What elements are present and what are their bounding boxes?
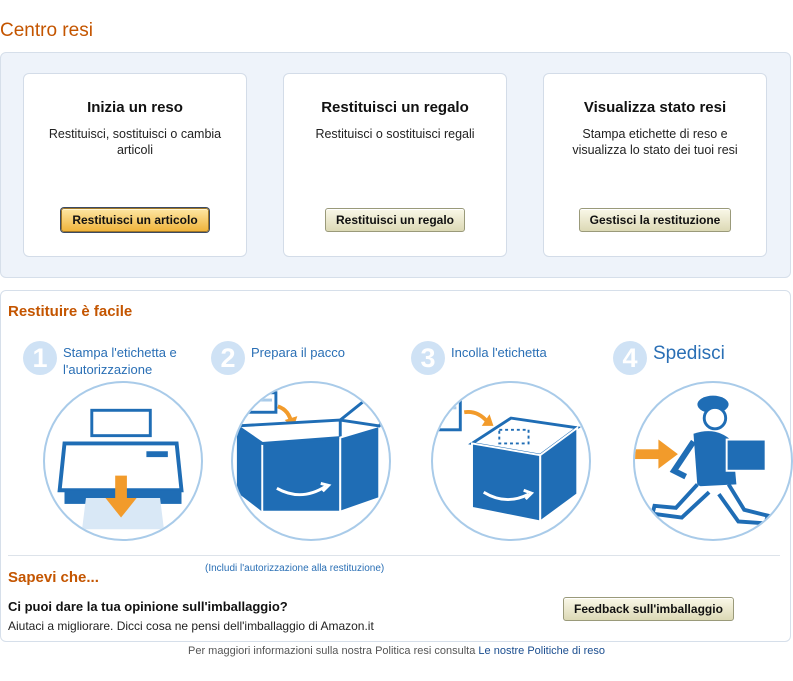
returns-options-panel: Inizia un reso Restituisci, sostituisci … [0,52,791,278]
page-title: Centro resi [0,20,93,41]
packaging-question: Ci puoi dare la tua opinione sull'imball… [8,599,288,614]
card-title: Visualizza stato resi [583,99,727,116]
step-number: 4 [613,341,647,375]
did-you-know-title: Sapevi che... [8,569,99,586]
step-number: 3 [411,341,445,375]
step-label: Spedisci [653,343,725,364]
step-number: 2 [211,341,245,375]
step-number: 1 [23,341,57,375]
step-prepare-package: 2 Prepara il pacco (Includi l'autorizzaz… [205,341,401,574]
packaging-description: Aiutaci a migliorare. Dicci cosa ne pens… [8,619,374,633]
step-label: Incolla l'etichetta [451,345,547,360]
card-description: Stampa etichette di reso e visualizza lo… [572,127,738,157]
view-returns-card: Visualizza stato resi Stampa etichette d… [543,73,767,257]
card-title: Restituisci un regalo [321,99,469,116]
card-description: Restituisci, sostituisci o cambia artico… [48,127,222,157]
easy-returns-panel: Restituire è facile 1 Stampa l'etichetta… [0,290,793,642]
step-ship: 4 Spedisci [613,341,793,541]
step-note: (Includi l'autorizzazione alla restituzi… [205,563,385,574]
step-label: Prepara il pacco [251,345,345,360]
courier-icon [633,381,793,541]
card-description: Restituisci o sostituisci regali [315,127,475,141]
printer-icon [43,381,203,541]
divider [8,555,780,556]
card-title: Inizia un reso [87,99,183,116]
return-gift-card: Restituisci un regalo Restituisci o sost… [283,73,507,257]
footer: Per maggiori informazioni sulla nostra P… [0,645,793,657]
return-item-button[interactable]: Restituisci un articolo [61,208,209,232]
section-title: Restituire è facile [8,303,133,320]
footer-text: Per maggiori informazioni sulla nostra P… [188,645,476,657]
return-gift-button[interactable]: Restituisci un regalo [324,208,466,232]
return-policy-link[interactable]: Le nostre Politiche di reso [478,645,605,657]
step-label: Stampa l'etichetta e l'autorizzazione [63,345,177,377]
closed-box-icon [431,381,591,541]
step-print-label: 1 Stampa l'etichetta e l'autorizzazione [23,341,213,541]
start-return-card: Inizia un reso Restituisci, sostituisci … [23,73,247,257]
step-attach-label: 3 Incolla l'etichetta [411,341,601,541]
manage-return-button[interactable]: Gestisci la restituzione [578,208,732,232]
open-box-icon [231,381,391,541]
packaging-feedback-button[interactable]: Feedback sull'imballaggio [563,597,734,621]
